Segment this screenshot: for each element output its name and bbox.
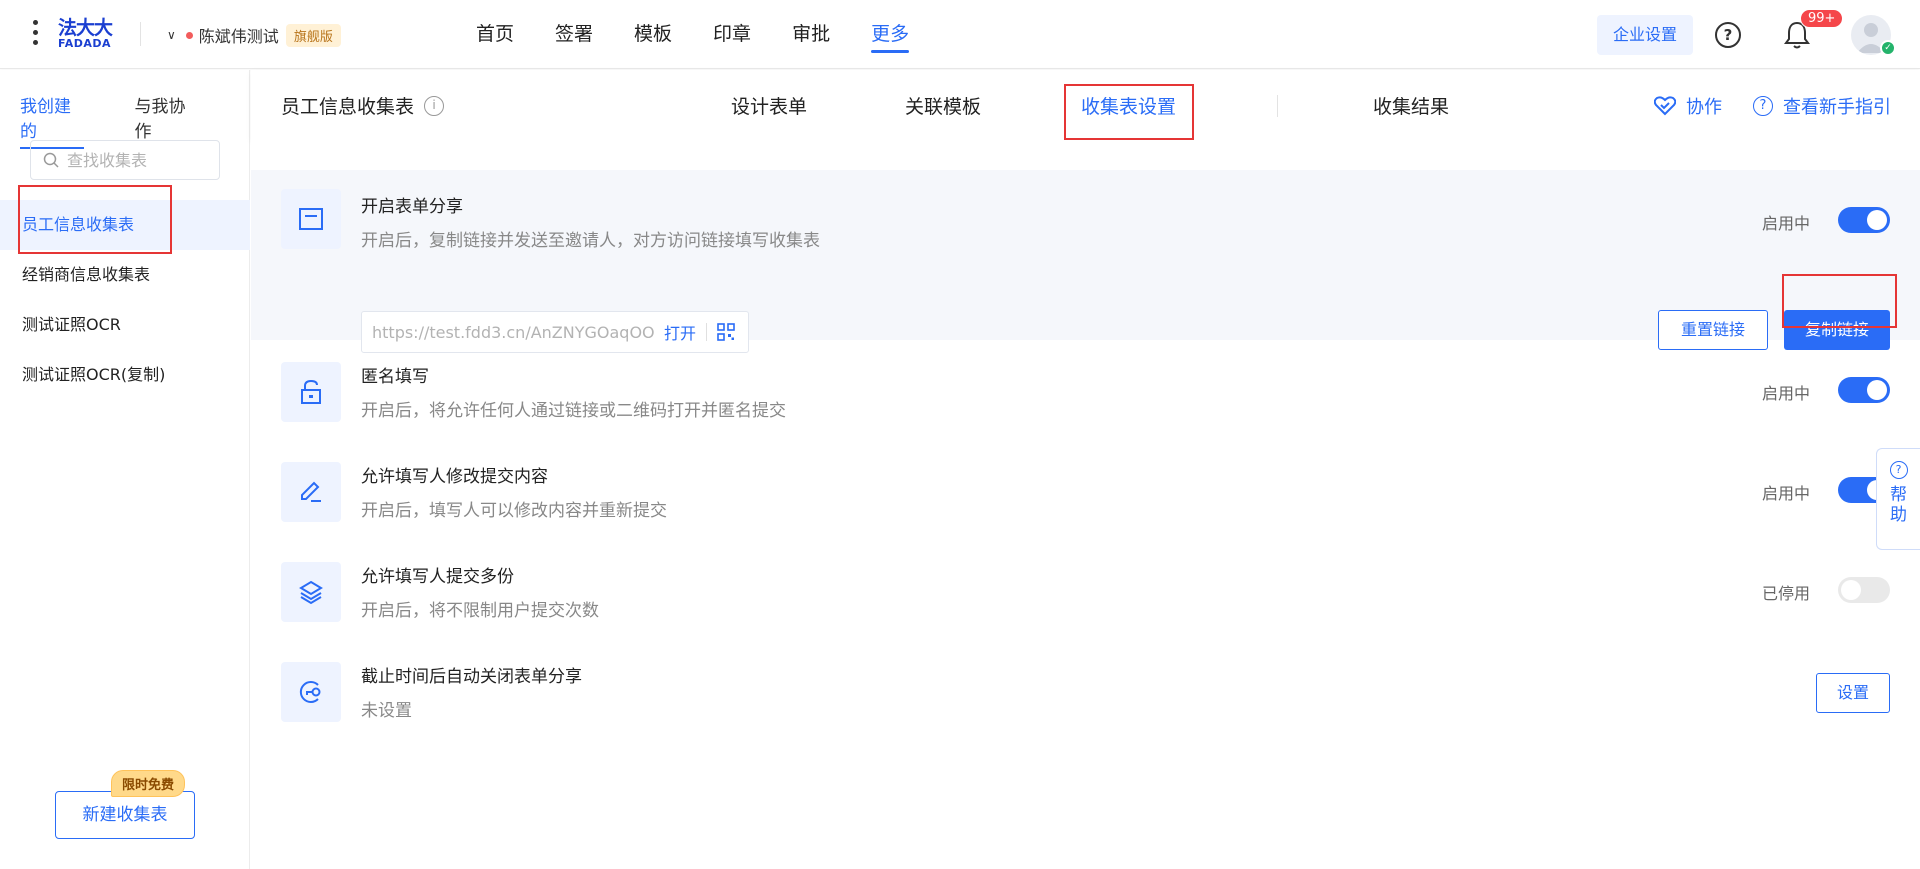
list-item[interactable]: 员工信息收集表 [0,200,250,250]
nav-home[interactable]: 首页 [476,0,514,69]
help-label: 帮助 [1890,485,1907,525]
status-text: 启用中 [1761,384,1810,403]
more-menu-icon[interactable] [28,20,42,50]
setting-desc: 开启后，将允许任何人通过链接或二维码打开并匿名提交 [361,401,786,421]
tab-form-settings[interactable]: 收集表设置 [1081,92,1176,119]
nav-sign[interactable]: 签署 [555,0,593,69]
form-list: 员工信息收集表 经销商信息收集表 测试证照OCR 测试证照OCR(复制) [0,200,250,400]
setting-title: 允许填写人修改提交内容 [361,467,548,487]
nav-seal[interactable]: 印章 [713,0,751,69]
setting-title: 截止时间后自动关闭表单分享 [361,667,582,687]
setting-title: 允许填写人提交多份 [361,567,514,587]
main-nav: 首页 签署 模板 印章 审批 更多 [476,0,950,69]
list-item[interactable]: 测试证照OCR(复制) [0,350,250,400]
setting-deadline: 截止时间后自动关闭表单分享 未设置 设置 [251,640,1920,740]
divider [1277,95,1278,117]
status-text: 启用中 [1761,484,1810,503]
search-icon [43,152,59,168]
tenant-switcher[interactable]: ∨ 陈斌伟测试 旗舰版 [167,22,341,48]
qr-code-icon[interactable] [717,323,735,341]
form-header: 员工信息收集表 i 设计表单 关联模板 收集表设置 收集结果 协作 ? 查看新手… [251,70,1920,140]
chevron-down-icon: ∨ [167,28,176,42]
setting-share: 开启表单分享 开启后，复制链接并发送至邀请人，对方访问链接填写收集表 启用中 h… [251,170,1920,353]
list-item[interactable]: 测试证照OCR [0,300,250,350]
search-input[interactable] [67,150,207,170]
collaborate-button[interactable]: 协作 [1654,93,1722,119]
collaborate-label: 协作 [1686,97,1722,118]
question-icon: ? [1889,461,1908,479]
top-bar: 法大大 FADADA ∨ 陈斌伟测试 旗舰版 首页 签署 模板 印章 审批 更多… [0,0,1920,69]
logo-cn: 法大大 [58,17,113,39]
tab-results[interactable]: 收集结果 [1373,92,1449,119]
setting-desc: 开启后，将不限制用户提交次数 [361,601,599,621]
setting-title: 开启表单分享 [361,197,463,217]
info-icon[interactable]: i [424,95,445,116]
multiple-toggle[interactable] [1838,577,1890,603]
anonymous-toggle[interactable] [1838,377,1890,403]
settings-panel: 开启表单分享 开启后，复制链接并发送至邀请人，对方访问链接填写收集表 启用中 h… [251,140,1920,869]
sidebar: 我创建的 与我协作 员工信息收集表 经销商信息收集表 测试证照OCR 测试证照O… [0,70,250,869]
clock-key-icon [281,662,341,722]
setting-allow-edit: 允许填写人修改提交内容 开启后，填写人可以修改内容并重新提交 启用中 [251,440,1920,540]
edit-icon [281,462,341,522]
guide-button[interactable]: ? 查看新手指引 [1753,93,1891,119]
nav-template[interactable]: 模板 [634,0,672,69]
setting-desc: 开启后，填写人可以修改内容并重新提交 [361,501,667,521]
divider [706,323,708,341]
setting-desc: 开启后，复制链接并发送至邀请人，对方访问链接填写收集表 [361,231,820,251]
layers-icon [281,562,341,622]
status-text: 已停用 [1761,584,1810,603]
setting-desc: 未设置 [361,701,412,721]
form-icon [281,189,341,249]
status-text: 启用中 [1761,214,1810,233]
deadline-settings-button[interactable]: 设置 [1816,673,1890,713]
setting-title: 匿名填写 [361,367,429,387]
help-float-button[interactable]: ? 帮助 [1876,448,1920,550]
nav-approval[interactable]: 审批 [792,0,830,69]
question-icon: ? [1753,96,1773,116]
divider [140,22,141,46]
list-item[interactable]: 经销商信息收集表 [0,250,250,300]
logo-en: FADADA [58,37,112,50]
guide-label: 查看新手指引 [1783,97,1891,118]
notification-badge: 99+ [1800,9,1844,28]
free-badge: 限时免费 [111,770,186,797]
search-box [30,140,220,180]
enterprise-settings-button[interactable]: 企业设置 [1597,15,1693,55]
share-toggle[interactable] [1838,207,1890,233]
form-title-text: 员工信息收集表 [281,96,415,118]
share-link: https://test.fdd3.cn/AnZNYGOaqOO [372,322,654,342]
edition-badge: 旗舰版 [285,23,341,47]
help-icon[interactable]: ? [1715,22,1741,48]
tab-design-form[interactable]: 设计表单 [731,92,807,119]
setting-anonymous: 匿名填写 开启后，将允许任何人通过链接或二维码打开并匿名提交 启用中 [251,340,1920,440]
new-form-button[interactable]: 新建收集表 [55,791,195,839]
form-title: 员工信息收集表 i [281,92,445,119]
heart-icon [1654,96,1676,116]
tab-linked-template[interactable]: 关联模板 [905,92,981,119]
tenant-name: 陈斌伟测试 [198,27,279,46]
status-dot [185,31,193,39]
verified-icon: ✓ [1880,40,1896,56]
nav-more[interactable]: 更多 [871,0,910,69]
logo[interactable]: 法大大 FADADA [58,18,122,52]
unlock-icon [281,362,341,422]
setting-multiple: 允许填写人提交多份 开启后，将不限制用户提交次数 已停用 [251,540,1920,640]
